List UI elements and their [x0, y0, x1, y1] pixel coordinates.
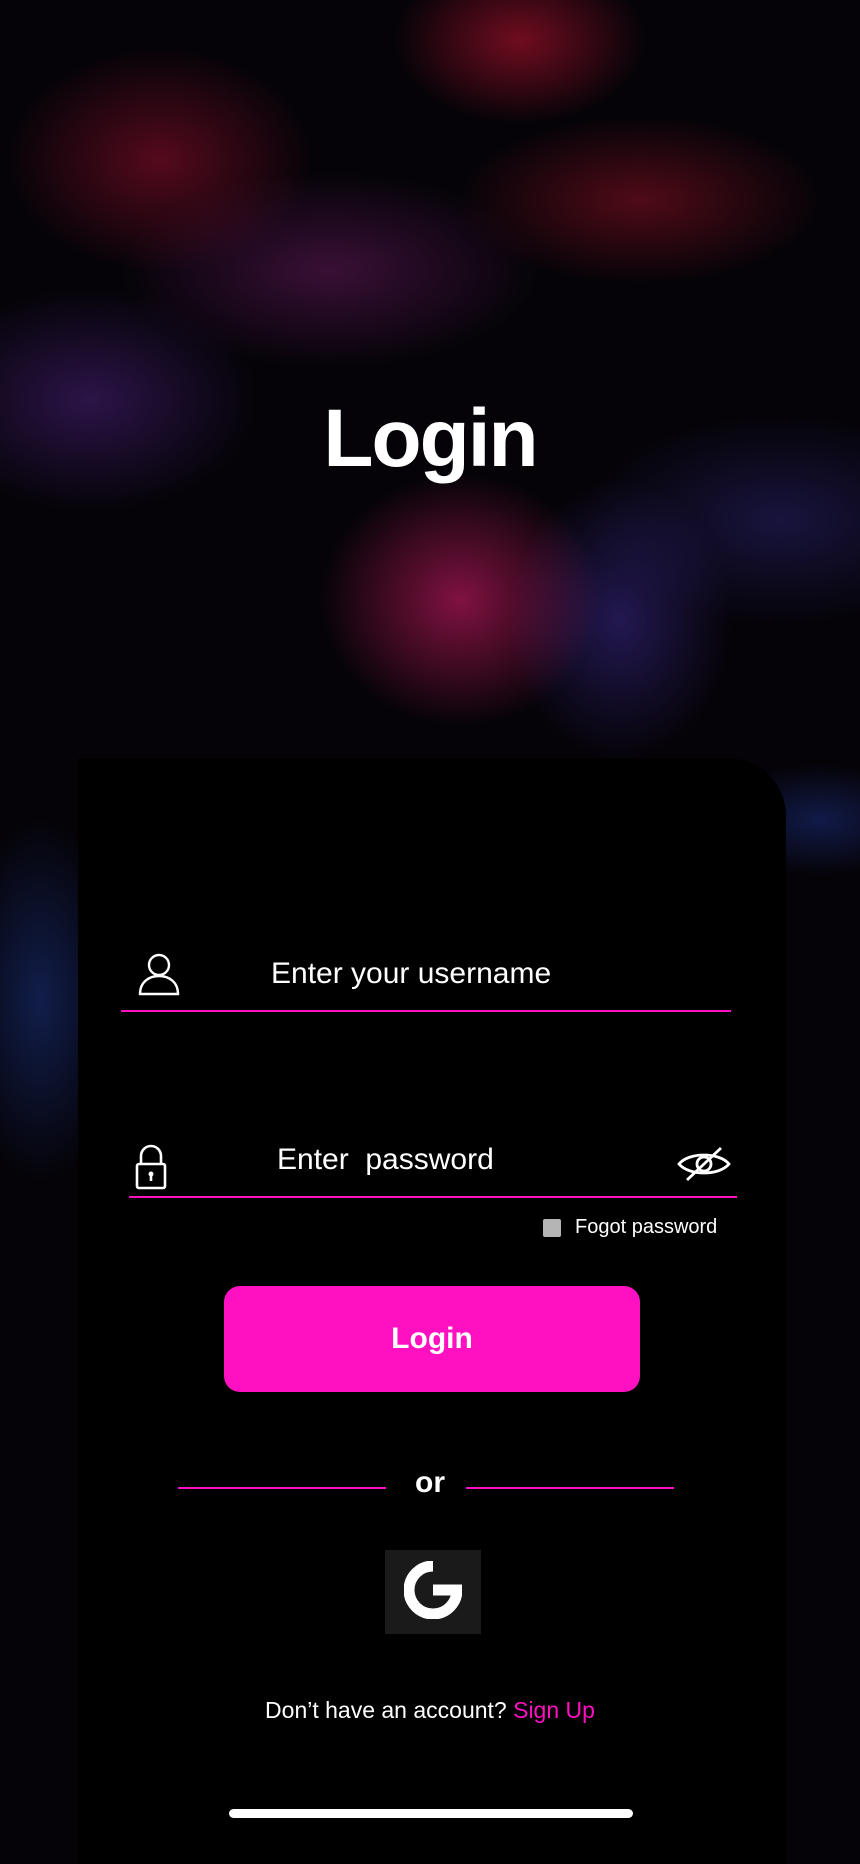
password-input[interactable]	[277, 1143, 637, 1177]
signup-prompt-text: Don’t have an account?	[265, 1697, 507, 1723]
forgot-password-checkbox[interactable]	[543, 1218, 561, 1237]
divider-text: or	[415, 1466, 445, 1499]
signup-prompt: Don’t have an account? Sign Up	[0, 1697, 860, 1724]
username-underline	[121, 1010, 731, 1012]
username-input[interactable]	[271, 957, 711, 991]
google-sign-in-button[interactable]	[385, 1550, 481, 1634]
signup-link[interactable]: Sign Up	[513, 1697, 595, 1723]
password-field[interactable]	[129, 1130, 737, 1198]
google-icon	[403, 1560, 463, 1624]
divider-left	[178, 1487, 386, 1489]
forgot-password[interactable]: Fogot password	[543, 1216, 717, 1239]
username-field[interactable]	[121, 944, 731, 1012]
lock-icon	[135, 1144, 167, 1195]
login-button[interactable]: Login	[224, 1286, 640, 1392]
forgot-password-label[interactable]: Fogot password	[575, 1216, 717, 1239]
divider-right	[466, 1487, 674, 1489]
password-underline	[129, 1196, 737, 1198]
eye-slash-icon[interactable]	[677, 1144, 731, 1189]
user-icon	[137, 952, 181, 1001]
home-indicator[interactable]	[229, 1809, 633, 1818]
page-title: Login	[323, 393, 538, 484]
